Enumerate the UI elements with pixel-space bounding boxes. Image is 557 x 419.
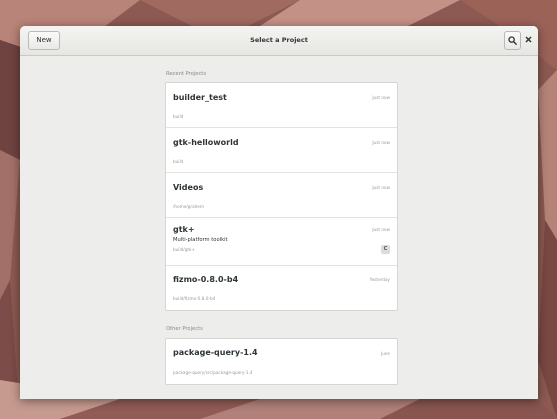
project-name: package-query-1.4 bbox=[173, 348, 258, 357]
header-bar: New Select a Project bbox=[20, 26, 538, 56]
project-name: builder_test bbox=[173, 93, 227, 102]
project-time: Yesterday bbox=[369, 277, 390, 282]
project-path: build bbox=[173, 159, 184, 164]
project-row[interactable]: package-query-1.4 June package-query/src… bbox=[166, 339, 397, 384]
project-name: gtk+ bbox=[173, 225, 195, 234]
language-badge: C bbox=[381, 245, 390, 254]
project-path: build bbox=[173, 114, 184, 119]
project-time: Just now bbox=[372, 95, 390, 100]
project-row[interactable]: fizmo-0.8.0-b4 Yesterday build/fizmo-0.8… bbox=[166, 266, 397, 310]
recent-projects-label: Recent Projects bbox=[166, 71, 207, 77]
project-path: package-query/src/package-query-1.4 bbox=[173, 370, 253, 375]
project-selector-window: New Select a Project Recent Projects bui… bbox=[20, 26, 538, 399]
other-projects-label: Other Projects bbox=[166, 326, 203, 332]
project-description: Multi-platform toolkit bbox=[173, 237, 228, 243]
window-title: Select a Project bbox=[250, 36, 308, 44]
project-row[interactable]: Videos Just now /home/grahem bbox=[166, 173, 397, 218]
project-time: Just now bbox=[372, 227, 390, 232]
recent-projects-list: builder_test Just now build gtk-hellowor… bbox=[165, 82, 398, 311]
project-time: Just now bbox=[372, 185, 390, 190]
project-path: /home/grahem bbox=[173, 204, 204, 209]
project-path: build/gtk+ bbox=[173, 247, 195, 252]
project-name: fizmo-0.8.0-b4 bbox=[173, 275, 239, 284]
search-button[interactable] bbox=[504, 31, 521, 50]
close-icon bbox=[525, 36, 532, 43]
project-name: Videos bbox=[173, 183, 204, 192]
search-icon bbox=[508, 36, 517, 45]
project-time: June bbox=[380, 351, 390, 356]
project-time: Just now bbox=[372, 140, 390, 145]
close-button[interactable] bbox=[523, 31, 535, 48]
project-name: gtk-helloworld bbox=[173, 138, 239, 147]
project-row[interactable]: builder_test Just now build bbox=[166, 83, 397, 128]
project-row[interactable]: gtk+ Just now Multi-platform toolkit bui… bbox=[166, 218, 397, 266]
project-path: build/fizmo-0.8.0-b4 bbox=[173, 296, 216, 301]
other-projects-list: package-query-1.4 June package-query/src… bbox=[165, 338, 398, 385]
project-row[interactable]: gtk-helloworld Just now build bbox=[166, 128, 397, 173]
